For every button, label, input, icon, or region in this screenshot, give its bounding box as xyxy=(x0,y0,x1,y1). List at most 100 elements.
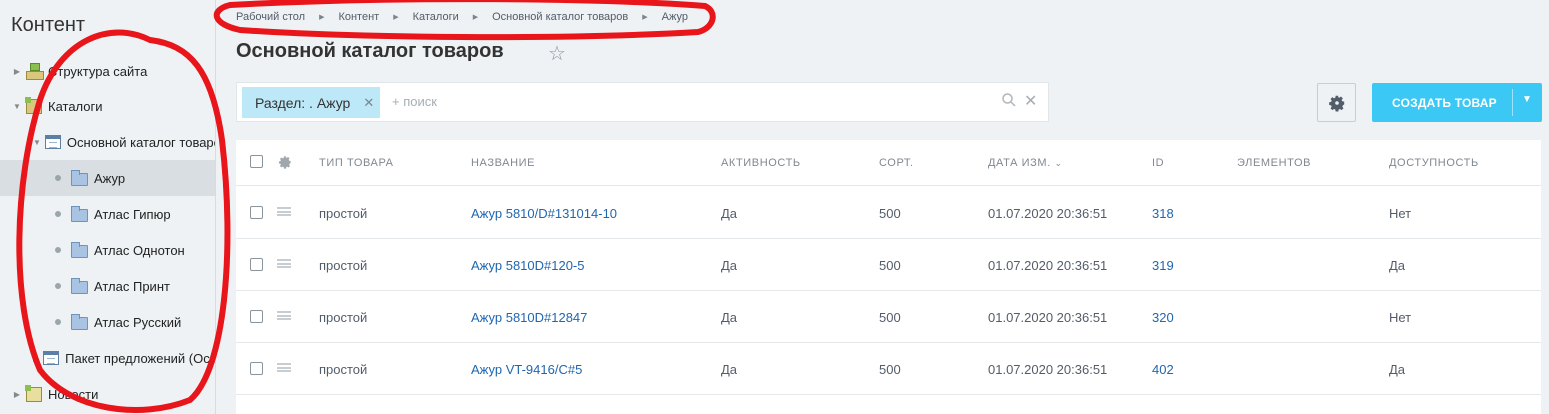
table-icon xyxy=(44,135,61,149)
sidebar-item-main-catalog[interactable]: ▼ Основной каталог товаров xyxy=(0,124,215,160)
expand-arrow-icon[interactable]: ▶ xyxy=(33,354,39,363)
sidebar-item-label: Структура сайта xyxy=(48,63,148,79)
table-row[interactable]: простой Ажур 5810D#120-5 Да 500 01.07.20… xyxy=(236,239,1541,291)
bullet-icon xyxy=(55,247,61,253)
sidebar-item-catalogs[interactable]: ▼ Каталоги xyxy=(0,88,215,124)
news-icon xyxy=(25,384,42,402)
drag-handle-icon[interactable] xyxy=(277,207,291,216)
select-all-checkbox[interactable] xyxy=(250,155,263,168)
cell-type: простой xyxy=(319,258,368,273)
cell-available: Нет xyxy=(1389,206,1412,221)
cell-name-link[interactable]: Ажур VT-9416/C#5 xyxy=(471,362,582,377)
cell-name-link[interactable]: Ажур 5810D#12847 xyxy=(471,310,587,325)
cell-type: простой xyxy=(319,310,368,325)
filter-chip[interactable]: Раздел: . Ажур ✕ xyxy=(242,87,381,118)
sidebar-item-atlas-print[interactable]: Атлас Принт xyxy=(0,268,215,304)
sidebar-item-atlas-guipure[interactable]: Атлас Гипюр xyxy=(0,196,215,232)
create-product-button[interactable]: СОЗДАТЬ ТОВАР ▼ xyxy=(1372,83,1542,122)
cell-active: Да xyxy=(721,258,738,273)
column-header-elements[interactable]: ЭЛЕМЕНТОВ xyxy=(1237,157,1311,169)
cell-id-link[interactable]: 319 xyxy=(1152,258,1174,273)
cell-active: Да xyxy=(721,310,738,325)
button-divider xyxy=(1512,89,1513,116)
column-header-name[interactable]: НАЗВАНИЕ xyxy=(471,157,535,169)
grid-header: ТИП ТОВАРА НАЗВАНИЕ АКТИВНОСТЬ СОРТ. ДАТ… xyxy=(236,140,1541,186)
expand-arrow-icon[interactable]: ▶ xyxy=(12,67,22,76)
table-icon xyxy=(43,351,60,365)
breadcrumb-item-desktop[interactable]: Рабочий стол xyxy=(236,11,305,23)
breadcrumb-separator-icon: ▶ xyxy=(393,14,399,21)
sidebar-item-label: Пакет предложений (Основной каталог това… xyxy=(65,350,216,366)
cell-sort: 500 xyxy=(879,310,901,325)
sidebar-item-label: Атлас Русский xyxy=(94,314,182,330)
drag-handle-icon[interactable] xyxy=(277,363,291,372)
sidebar-item-news[interactable]: ▶ Новости xyxy=(0,376,215,412)
sidebar-item-label: Атлас Принт xyxy=(94,278,170,294)
drag-handle-icon[interactable] xyxy=(277,259,291,268)
collapse-arrow-icon[interactable]: ▼ xyxy=(33,138,41,147)
cell-id-link[interactable]: 402 xyxy=(1152,362,1174,377)
sidebar-item-offers-package[interactable]: ▶ Пакет предложений (Основной каталог то… xyxy=(0,340,216,376)
collapse-arrow-icon[interactable]: ▼ xyxy=(12,102,22,111)
sidebar-item-atlas-plain[interactable]: Атлас Однотон xyxy=(0,232,215,268)
folder-icon xyxy=(71,241,88,258)
column-header-id[interactable]: ID xyxy=(1152,157,1164,169)
cell-id-link[interactable]: 320 xyxy=(1152,310,1174,325)
search-input[interactable]: + поиск xyxy=(392,94,437,109)
breadcrumb: Рабочий стол ▶ Контент ▶ Каталоги ▶ Осно… xyxy=(236,11,688,23)
cell-sort: 500 xyxy=(879,362,901,377)
chip-remove-icon[interactable]: ✕ xyxy=(363,95,374,111)
breadcrumb-item-azhur[interactable]: Ажур xyxy=(662,11,688,23)
cell-date: 01.07.2020 20:36:51 xyxy=(988,362,1108,377)
cell-sort: 500 xyxy=(879,206,901,221)
row-checkbox[interactable] xyxy=(250,362,263,375)
expand-arrow-icon[interactable]: ▶ xyxy=(12,390,22,399)
filter-bar[interactable]: Раздел: . Ажур ✕ + поиск ✕ xyxy=(236,82,1049,122)
sidebar-item-site-structure[interactable]: ▶ Структура сайта xyxy=(0,53,215,89)
row-checkbox[interactable] xyxy=(250,206,263,219)
chevron-down-icon[interactable]: ▼ xyxy=(1522,94,1532,105)
table-row[interactable]: простой Ажур 5810D#12847 Да 500 01.07.20… xyxy=(236,291,1541,343)
cell-date: 01.07.2020 20:36:51 xyxy=(988,258,1108,273)
breadcrumb-item-catalogs[interactable]: Каталоги xyxy=(413,11,459,23)
column-header-availability[interactable]: ДОСТУПНОСТЬ xyxy=(1389,157,1479,169)
column-header-activity[interactable]: АКТИВНОСТЬ xyxy=(721,157,801,169)
column-settings-gear-icon[interactable] xyxy=(278,155,292,169)
table-row[interactable]: простой Ажур VT-9416/C#5 Да 500 01.07.20… xyxy=(236,343,1541,395)
settings-button[interactable] xyxy=(1317,83,1356,122)
site-structure-icon xyxy=(26,63,44,80)
cell-active: Да xyxy=(721,362,738,377)
row-checkbox[interactable] xyxy=(250,258,263,271)
cell-available: Нет xyxy=(1389,310,1412,325)
folder-icon xyxy=(71,277,88,294)
breadcrumb-separator-icon: ▶ xyxy=(319,14,325,21)
row-checkbox[interactable] xyxy=(250,310,263,323)
sidebar-item-azhur[interactable]: Ажур xyxy=(0,160,215,196)
breadcrumb-item-content[interactable]: Контент xyxy=(338,11,379,23)
product-grid: ТИП ТОВАРА НАЗВАНИЕ АКТИВНОСТЬ СОРТ. ДАТ… xyxy=(236,140,1541,414)
sidebar-item-label: Атлас Однотон xyxy=(94,242,185,258)
cell-available: Да xyxy=(1389,362,1406,377)
sidebar-item-atlas-russian[interactable]: Атлас Русский xyxy=(0,304,215,340)
filter-chip-label: Раздел: . Ажур xyxy=(255,94,351,111)
cell-name-link[interactable]: Ажур 5810D#120-5 xyxy=(471,258,585,273)
cell-date: 01.07.2020 20:36:51 xyxy=(988,310,1108,325)
bullet-icon xyxy=(55,211,61,217)
column-header-date[interactable]: ДАТА ИЗМ. ⌄ xyxy=(988,157,1063,169)
favorite-star-icon[interactable]: ☆ xyxy=(548,41,566,66)
sidebar-item-label: Атлас Гипюр xyxy=(94,206,171,222)
cell-available: Да xyxy=(1389,258,1406,273)
column-header-sort[interactable]: СОРТ. xyxy=(879,157,914,169)
cell-id-link[interactable]: 318 xyxy=(1152,206,1174,221)
search-icon[interactable] xyxy=(1002,93,1016,107)
folder-icon xyxy=(71,169,88,186)
clear-icon[interactable]: ✕ xyxy=(1024,91,1037,111)
column-header-type[interactable]: ТИП ТОВАРА xyxy=(319,157,394,169)
cell-type: простой xyxy=(319,206,368,221)
sidebar-title: Контент xyxy=(11,14,86,36)
table-row[interactable]: простой Ажур 5810/D#131014-10 Да 500 01.… xyxy=(236,187,1541,239)
cell-name-link[interactable]: Ажур 5810/D#131014-10 xyxy=(471,206,617,221)
drag-handle-icon[interactable] xyxy=(277,311,291,320)
breadcrumb-item-main-catalog[interactable]: Основной каталог товаров xyxy=(492,11,628,23)
breadcrumb-separator-icon: ▶ xyxy=(642,14,648,21)
